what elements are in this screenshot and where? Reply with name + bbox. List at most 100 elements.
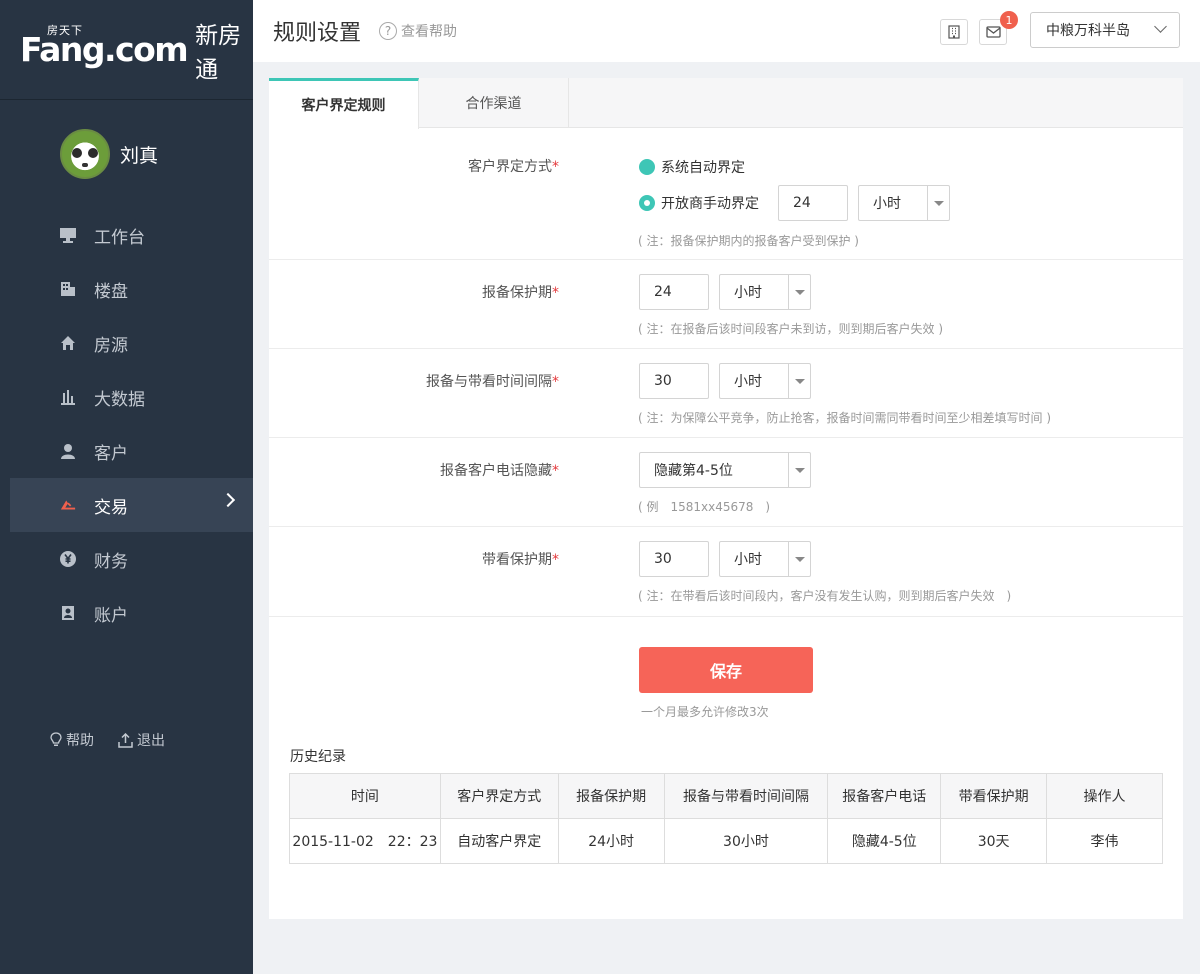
manual-define-group: 开放商手动界定 24 小时 [639, 185, 950, 221]
phone-hide-select[interactable]: 隐藏第4-5位 [639, 452, 811, 488]
interval-controls: 30 小时 [639, 363, 811, 399]
column-header: 报备客户电话 [827, 773, 942, 819]
sidebar-item-label: 客户 [94, 443, 128, 464]
define-hours-input[interactable]: 24 [778, 185, 848, 221]
house-icon [60, 335, 76, 351]
field-label: 客户界定方式* [468, 159, 559, 175]
row-visit-protect: 带看保护期* 30 小时 ( 注：在带看后该时间段内，客户没有发生认购，则到期后… [269, 527, 1183, 617]
row-report-protect: 报备保护期* 24 小时 ( 注：在报备后该时间段客户未到访，则到期后客户失效 … [269, 260, 1183, 349]
column-header: 带看保护期 [940, 773, 1048, 819]
tab-customer-rules[interactable]: 客户界定规则 [269, 78, 419, 129]
yen-icon [60, 551, 76, 567]
define-unit-select[interactable]: 小时 [858, 185, 950, 221]
interval-hours-input[interactable]: 30 [639, 363, 709, 399]
product-name: 新房通 [195, 22, 242, 83]
table-header-row: 时间 客户界定方式 报备保护期 报备与带看时间间隔 报备客户电话 带看保护期 操… [289, 773, 1163, 819]
table-cell: 2015-11-02 22：23 [289, 818, 441, 864]
radio-filled-icon [639, 159, 655, 175]
lightbulb-icon [50, 732, 62, 748]
history-title: 历史纪录 [290, 749, 346, 765]
sidebar-item-bigdata[interactable]: 大数据 [0, 370, 253, 424]
table-cell: 自动客户界定 [439, 818, 559, 864]
dropdown-arrow-icon [788, 364, 810, 398]
tab-bar: 客户界定规则 合作渠道 [269, 78, 1183, 129]
row-interval: 报备与带看时间间隔* 30 小时 ( 注：为保障公平竞争，防止抢客，报备时间需同… [269, 349, 1183, 438]
main-panel: 客户界定规则 合作渠道 客户界定方式* 系统自动界定 开放商手动界定 24 小时… [269, 78, 1183, 919]
report-unit-select[interactable]: 小时 [719, 274, 811, 310]
avatar[interactable] [60, 129, 110, 179]
sidebar-item-label: 大数据 [94, 389, 145, 410]
notification-badge: 1 [1000, 11, 1018, 29]
user-profile[interactable]: 刘真 [0, 100, 253, 208]
sidebar-item-workbench[interactable]: 工作台 [0, 208, 253, 262]
chevron-down-icon [1154, 20, 1167, 33]
field-label: 报备保护期* [482, 285, 559, 301]
table-cell: 隐藏4-5位 [827, 818, 942, 864]
sidebar-item-deals[interactable]: 交易 [10, 478, 253, 532]
report-hours-input[interactable]: 24 [639, 274, 709, 310]
column-header: 操作人 [1046, 773, 1163, 819]
history-table: 时间 客户界定方式 报备保护期 报备与带看时间间隔 报备客户电话 带看保护期 操… [289, 773, 1163, 864]
sidebar-footer: 帮助 退出 [50, 730, 165, 750]
save-button[interactable]: 保存 [639, 647, 813, 693]
sidebar-item-label: 房源 [94, 335, 128, 356]
visit-unit-select[interactable]: 小时 [719, 541, 811, 577]
deal-icon [60, 497, 76, 513]
project-select[interactable]: 中粮万科半岛 [1030, 12, 1180, 48]
dropdown-arrow-icon [788, 542, 810, 576]
column-header: 报备保护期 [557, 773, 665, 819]
sidebar-item-label: 财务 [94, 551, 128, 572]
mail-icon [985, 26, 1001, 38]
field-note: ( 注：为保障公平竞争，防止抢客，报备时间需同带看时间至少相差填写时间 ) [638, 411, 1051, 425]
fang-logo: 房天下 Fang.com [20, 24, 189, 69]
sidebar-item-label: 交易 [94, 497, 128, 518]
building-icon [60, 281, 76, 297]
sidebar-nav: 工作台 楼盘 房源 大数据 客户 交易 财务 账户 [0, 208, 253, 640]
interval-unit-select[interactable]: 小时 [719, 363, 811, 399]
report-controls: 24 小时 [639, 274, 811, 310]
chevron-right-icon [220, 492, 236, 508]
page-title: 规则设置 [273, 21, 362, 46]
sidebar-item-label: 楼盘 [94, 281, 128, 302]
sidebar-item-finance[interactable]: 财务 [0, 532, 253, 586]
user-name: 刘真 [120, 144, 159, 167]
field-label: 报备与带看时间间隔* [426, 374, 559, 390]
sidebar-item-account[interactable]: 账户 [0, 586, 253, 640]
table-cell: 李伟 [1046, 818, 1163, 864]
question-icon: ? [379, 22, 398, 40]
column-header: 报备与带看时间间隔 [663, 773, 829, 819]
dropdown-arrow-icon [788, 453, 810, 487]
field-note: ( 注：在报备后该时间段客户未到访，则到期后客户失效 ) [638, 322, 943, 336]
sidebar-item-listings[interactable]: 房源 [0, 316, 253, 370]
radio-selected-icon [639, 195, 655, 211]
view-help-link[interactable]: ? 查看帮助 [379, 21, 457, 41]
radio-system-auto[interactable]: 系统自动界定 [639, 157, 745, 177]
sidebar-item-label: 工作台 [94, 227, 145, 248]
bar-chart-icon [60, 389, 76, 405]
dropdown-arrow-icon [927, 186, 949, 220]
column-header: 时间 [289, 773, 441, 819]
field-label: 报备客户电话隐藏* [440, 463, 559, 479]
help-link[interactable]: 帮助 [50, 730, 94, 750]
account-icon [60, 605, 76, 621]
person-icon [60, 443, 76, 459]
column-header: 客户界定方式 [439, 773, 559, 819]
field-note: ( 注：报备保护期内的报备客户受到保护 ) [638, 234, 859, 248]
upload-icon [118, 732, 133, 748]
field-note: ( 注：在带看后该时间段内，客户没有发生认购，则到期后客户失效 ) [638, 589, 1012, 603]
sidebar: 房天下Fang.com 新房通 刘真 工作台 楼盘 房源 大数据 客户 交易 [0, 0, 253, 974]
visit-controls: 30 小时 [639, 541, 811, 577]
radio-manual[interactable]: 开放商手动界定 [639, 193, 759, 213]
sidebar-item-buildings[interactable]: 楼盘 [0, 262, 253, 316]
tab-channels[interactable]: 合作渠道 [419, 78, 569, 128]
messages-button[interactable]: 1 [979, 11, 1018, 45]
logout-link[interactable]: 退出 [118, 730, 165, 750]
logo[interactable]: 房天下 Fang.com 新房通 [0, 0, 253, 100]
visit-hours-input[interactable]: 30 [639, 541, 709, 577]
row-define-method: 客户界定方式* 系统自动界定 开放商手动界定 24 小时 ( 注：报备保护期内的… [269, 128, 1183, 260]
building-icon [948, 25, 960, 39]
sidebar-item-customers[interactable]: 客户 [0, 424, 253, 478]
row-phone-hide: 报备客户电话隐藏* 隐藏第4-5位 ( 例 1581xx45678 ) [269, 438, 1183, 527]
building-button[interactable] [940, 19, 968, 45]
sidebar-item-label: 账户 [94, 605, 128, 626]
